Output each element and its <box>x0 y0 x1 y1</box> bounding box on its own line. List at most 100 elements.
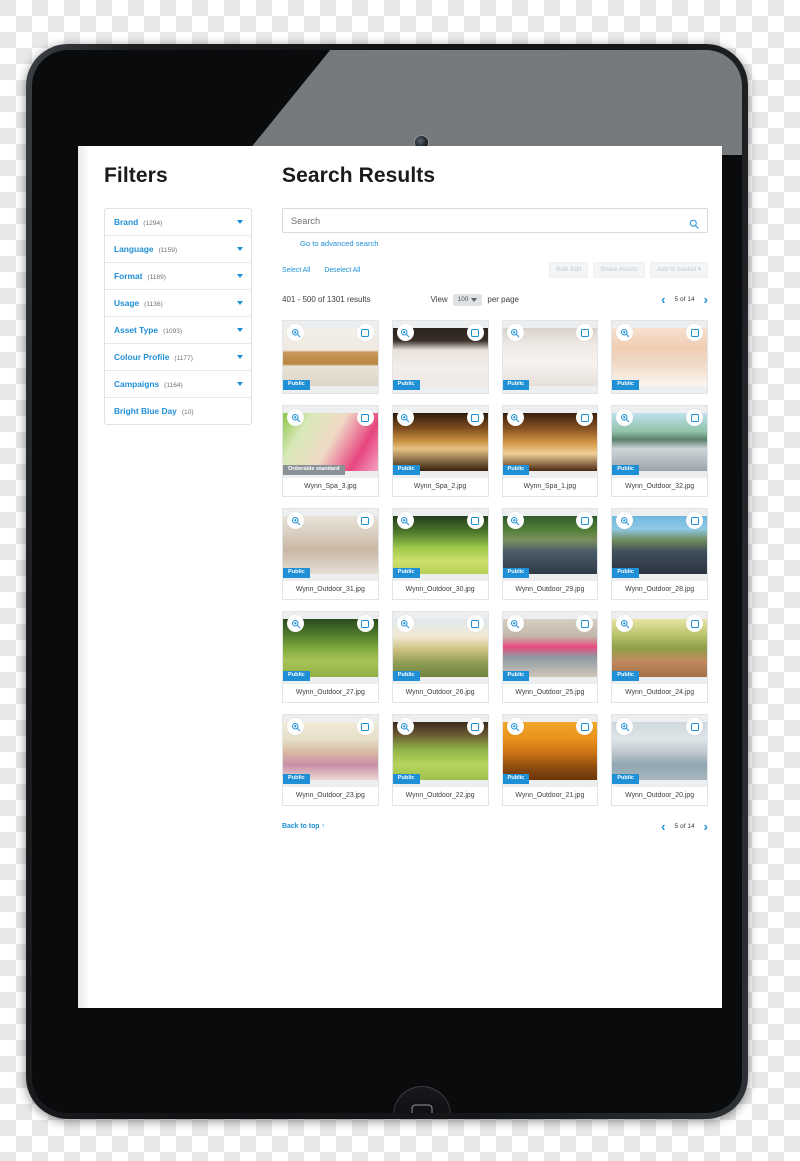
next-page-icon[interactable]: › <box>704 820 708 833</box>
select-asset-checkbox[interactable] <box>466 409 484 427</box>
asset-card[interactable]: Public <box>611 320 708 395</box>
asset-card[interactable]: Public Wynn_Outdoor_32.jpg <box>611 405 708 498</box>
asset-thumbnail-wrapper: Public <box>612 612 707 685</box>
prev-page-icon[interactable]: ‹ <box>661 293 665 306</box>
filter-row-format[interactable]: Format (1189) <box>105 263 251 290</box>
per-page-select[interactable]: 100 <box>452 293 483 307</box>
filter-row-asset-type[interactable]: Asset Type (1093) <box>105 317 251 344</box>
filter-count: (1177) <box>174 355 193 362</box>
asset-card[interactable]: Public Wynn_Spa_1.jpg <box>501 405 599 498</box>
filter-row-colour-profile[interactable]: Colour Profile (1177) <box>105 344 251 371</box>
asset-card[interactable]: Public Wynn_Outdoor_27.jpg <box>282 611 379 704</box>
asset-thumbnail-wrapper: Public <box>502 321 598 394</box>
asset-card[interactable]: Public Wynn_Outdoor_26.jpg <box>391 611 489 704</box>
results-count: 401 - 500 of 1301 results <box>282 295 371 305</box>
asset-badge: Public <box>502 567 530 579</box>
add-to-basket-button[interactable]: Add to basket ▾ <box>649 262 708 279</box>
prev-page-icon[interactable]: ‹ <box>661 820 665 833</box>
asset-badge: Orderable standard <box>283 464 345 476</box>
filter-row-usage[interactable]: Usage (1136) <box>105 290 251 317</box>
asset-card[interactable]: Orderable standard Wynn_Spa_3.jpg <box>282 405 379 498</box>
zoom-preview-icon[interactable] <box>506 718 524 736</box>
select-asset-checkbox[interactable] <box>466 324 484 342</box>
bulk-edit-button[interactable]: Bulk Edit <box>549 262 589 279</box>
view-label: View <box>430 295 448 305</box>
chevron-down-icon[interactable] <box>237 247 243 251</box>
next-page-icon[interactable]: › <box>704 293 708 306</box>
asset-card[interactable]: Public Wynn_Outdoor_24.jpg <box>611 611 708 704</box>
select-asset-checkbox[interactable] <box>466 718 484 736</box>
deselect-all-link[interactable]: Deselect All <box>324 267 360 274</box>
filter-count: (1159) <box>158 247 178 254</box>
select-asset-checkbox[interactable] <box>466 615 484 633</box>
asset-card[interactable]: Public Wynn_Outdoor_20.jpg <box>611 714 708 807</box>
asset-badge: Public <box>283 567 310 579</box>
asset-filename: Wynn_Spa_1.jpg <box>523 483 577 491</box>
back-to-top-link[interactable]: Back to top ↑ <box>282 823 325 830</box>
asset-card[interactable]: Public Wynn_Outdoor_22.jpg <box>391 714 489 807</box>
web-page: Filters Brand (1294) Language (1159) Format (… <box>88 146 722 1008</box>
asset-thumbnail-wrapper: Public <box>612 715 707 788</box>
asset-card[interactable]: Public Wynn_Outdoor_30.jpg <box>391 508 489 601</box>
chevron-down-icon[interactable] <box>237 301 243 305</box>
filter-count: (1164) <box>164 382 183 389</box>
share-assets-button[interactable]: Share Assets <box>593 262 645 279</box>
filters-sidebar: Filters Brand (1294) Language (1159) Format (… <box>104 164 252 853</box>
filter-row-campaigns[interactable]: Campaigns (1164) <box>105 371 251 398</box>
filter-label: Asset Type <box>114 325 159 335</box>
asset-thumbnail-wrapper: Public <box>283 321 378 394</box>
asset-card[interactable]: Public Wynn_Spa_2.jpg <box>391 405 489 498</box>
asset-card[interactable]: Public <box>501 320 599 395</box>
search-icon[interactable] <box>689 216 699 229</box>
zoom-preview-icon[interactable] <box>506 409 524 427</box>
pagination-bottom: ‹ 5 of 14 › <box>661 820 708 833</box>
chevron-down-icon[interactable] <box>237 355 243 359</box>
tablet-bezel: Filters Brand (1294) Language (1159) Format (… <box>32 50 742 1113</box>
chevron-down-icon[interactable] <box>237 328 243 332</box>
filter-row-language[interactable]: Language (1159) <box>105 236 251 263</box>
asset-card[interactable]: Public Wynn_Outdoor_21.jpg <box>501 714 599 807</box>
filter-row-bright-blue-day[interactable]: Bright Blue Day (10) <box>105 398 251 424</box>
filter-count: (1093) <box>163 328 183 335</box>
per-page-control: View 100 per page <box>430 293 519 307</box>
select-all-link[interactable]: Select All <box>282 267 310 274</box>
chevron-down-icon[interactable] <box>237 382 243 386</box>
home-square-icon <box>411 1104 433 1113</box>
asset-card[interactable]: Public Wynn_Outdoor_23.jpg <box>282 714 379 807</box>
asset-card[interactable]: Public <box>282 320 379 395</box>
search-input[interactable] <box>283 215 707 226</box>
zoom-preview-icon[interactable] <box>506 324 524 342</box>
select-asset-checkbox[interactable] <box>466 512 484 530</box>
chevron-down-icon[interactable] <box>237 274 243 278</box>
zoom-preview-icon[interactable] <box>506 512 524 530</box>
search-box[interactable] <box>282 208 708 233</box>
filter-count: (1294) <box>143 220 163 227</box>
asset-card[interactable]: Public <box>391 320 489 395</box>
asset-card[interactable]: Public Wynn_Outdoor_31.jpg <box>282 508 379 601</box>
zoom-preview-icon[interactable] <box>506 615 524 633</box>
asset-card[interactable]: Public Wynn_Outdoor_25.jpg <box>501 611 599 704</box>
per-page-label: per page <box>487 295 519 305</box>
asset-filename: Wynn_Outdoor_22.jpg <box>405 792 475 800</box>
bezel-glare <box>245 50 742 155</box>
asset-thumbnail-wrapper: Public <box>392 321 488 394</box>
advanced-search-link[interactable]: Go to advanced search <box>300 239 708 248</box>
asset-thumbnail-wrapper: Orderable standard <box>283 406 378 479</box>
page-title: Search Results <box>282 164 436 187</box>
asset-filename: Wynn_Outdoor_24.jpg <box>625 689 695 697</box>
filter-row-brand[interactable]: Brand (1294) <box>105 209 251 236</box>
home-button[interactable] <box>393 1086 451 1113</box>
chevron-down-icon[interactable] <box>237 220 243 224</box>
asset-filename: Wynn_Outdoor_28.jpg <box>625 586 695 594</box>
asset-badge: Public <box>283 670 310 682</box>
asset-card[interactable]: Public Wynn_Outdoor_28.jpg <box>611 508 708 601</box>
asset-badge: Public <box>612 567 640 579</box>
filters-title: Filters <box>104 164 168 187</box>
filter-label: Campaigns <box>114 379 160 389</box>
filter-label: Colour Profile <box>114 352 170 362</box>
asset-card[interactable]: Public Wynn_Outdoor_29.jpg <box>501 508 599 601</box>
asset-thumbnail-wrapper: Public <box>392 406 488 479</box>
tablet-screen: Filters Brand (1294) Language (1159) Format (… <box>78 146 722 1008</box>
asset-badge: Public <box>612 464 640 476</box>
asset-badge: Public <box>392 464 420 476</box>
